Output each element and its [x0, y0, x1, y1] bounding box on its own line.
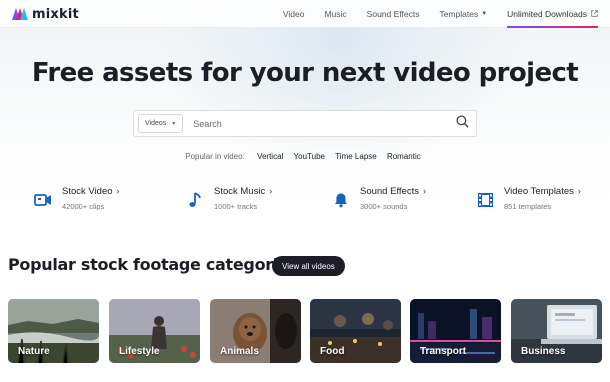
nav-item-label: Sound Effects: [366, 9, 420, 19]
search-type-dropdown[interactable]: Videos ▼: [138, 114, 184, 133]
nav-item-label: Templates: [439, 9, 479, 19]
nav-item-label: Unlimited Downloads: [507, 9, 587, 19]
chevron-right-icon: ›: [269, 186, 273, 196]
search-icon: [455, 114, 469, 133]
category-label: Transport: [420, 346, 467, 357]
nav-item-sound-effects[interactable]: Sound Effects: [367, 0, 420, 28]
category-cards: Nature Lifestyle Animals Food Transport …: [8, 299, 610, 363]
asset-link-video-templates[interactable]: Video Templates › 851 templates: [476, 186, 581, 211]
popular-tag-romantic[interactable]: Romantic: [387, 152, 421, 161]
chevron-right-icon: ›: [116, 186, 120, 196]
music-note-icon: [186, 191, 204, 209]
asset-link-stock-music[interactable]: Stock Music › 1000+ tracks: [186, 186, 272, 211]
nav-item-label: Video: [282, 9, 305, 19]
hero-title: Free assets for your next video project: [31, 58, 579, 88]
search-bar: Videos ▼: [133, 110, 477, 137]
asset-title: Video Templates: [504, 186, 574, 197]
chevron-right-icon: ›: [577, 186, 581, 196]
external-link-icon: [591, 9, 598, 19]
nav-item-templates[interactable]: Templates ▼: [439, 0, 487, 28]
category-label: Nature: [18, 346, 50, 357]
popular-tag-time-lapse[interactable]: Time Lapse: [335, 152, 377, 161]
asset-title: Stock Video: [62, 186, 113, 197]
asset-link-sound-effects[interactable]: Sound Effects › 3000+ sounds: [332, 186, 426, 211]
category-card-lifestyle[interactable]: Lifestyle: [109, 299, 200, 363]
popular-searches: Popular in video: Vertical YouTube Time …: [0, 152, 610, 161]
nav-item-unlimited-downloads[interactable]: Unlimited Downloads: [507, 0, 598, 28]
popular-tag-youtube[interactable]: YouTube: [294, 152, 325, 161]
nav-item-label: Music: [324, 9, 347, 19]
asset-title: Stock Music: [214, 186, 266, 197]
asset-link-stock-video[interactable]: Stock Video › 42000+ clips: [34, 186, 120, 211]
top-navigation-bar: mixkit Video Music Sound Effects Templat…: [0, 0, 610, 28]
asset-type-links: Stock Video › 42000+ clips Stock Music › 1…: [0, 186, 610, 218]
popular-tag-vertical[interactable]: Vertical: [257, 152, 283, 161]
category-card-transport[interactable]: Transport: [410, 299, 501, 363]
search-input[interactable]: [193, 118, 448, 129]
search-type-selected: Videos: [145, 120, 167, 127]
asset-count: 42000+ clips: [62, 202, 105, 211]
brand-name: mixkit: [32, 6, 79, 22]
category-label: Business: [521, 346, 566, 357]
search-button[interactable]: [448, 111, 476, 136]
caret-down-icon: ▼: [481, 11, 488, 17]
chevron-right-icon: ›: [422, 186, 426, 196]
bell-icon: [332, 191, 350, 209]
asset-title: Sound Effects: [360, 186, 419, 197]
asset-count: 3000+ sounds: [360, 202, 408, 211]
category-label: Lifestyle: [119, 346, 160, 357]
nav-item-music[interactable]: Music: [324, 0, 346, 28]
mixkit-logo-icon: [12, 8, 28, 20]
video-camera-icon: [34, 191, 52, 209]
category-label: Animals: [220, 346, 259, 357]
asset-count: 1000+ tracks: [214, 202, 258, 211]
asset-count: 851 templates: [504, 202, 552, 211]
category-card-animals[interactable]: Animals: [210, 299, 301, 363]
main-nav: Video Music Sound Effects Templates ▼ Un…: [263, 0, 598, 28]
mixkit-logo-link[interactable]: mixkit: [12, 6, 79, 22]
category-card-food[interactable]: Food: [310, 299, 401, 363]
category-label: Food: [320, 346, 345, 357]
category-card-business[interactable]: Business: [511, 299, 602, 363]
popular-label: Popular in video:: [185, 152, 245, 161]
chevron-down-icon: ▼: [171, 120, 177, 127]
category-card-nature[interactable]: Nature: [8, 299, 99, 363]
categories-title: Popular stock footage categories: [8, 255, 298, 274]
film-strip-icon: [476, 191, 494, 209]
nav-item-video[interactable]: Video: [283, 0, 305, 28]
view-all-videos-button[interactable]: View all videos: [272, 256, 345, 276]
